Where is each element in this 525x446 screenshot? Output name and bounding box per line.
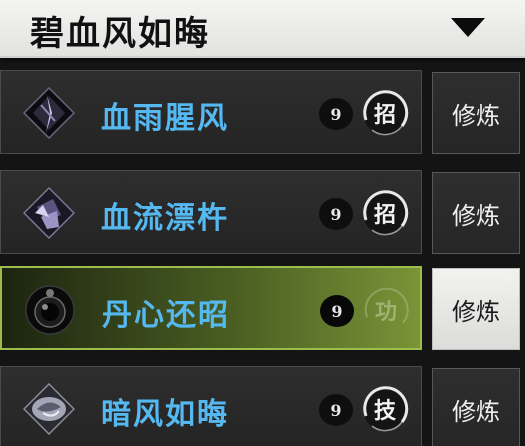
skill-type-badge: 招 bbox=[358, 86, 412, 140]
train-button[interactable]: 修炼 bbox=[432, 368, 520, 446]
violet-shards-icon bbox=[23, 187, 75, 239]
grey-vortex-icon bbox=[23, 383, 75, 435]
skill-level-badge: 9 bbox=[319, 98, 353, 130]
skill-card[interactable]: 血雨腥风 9 招 bbox=[0, 70, 422, 154]
skill-name: 丹心还昭 bbox=[102, 298, 230, 333]
skill-type-badge: 技 bbox=[358, 382, 412, 436]
skill-type-label: 功 bbox=[374, 299, 397, 325]
skill-name: 血雨腥风 bbox=[101, 101, 229, 136]
skill-set-header[interactable]: 碧血风如晦 bbox=[0, 0, 525, 58]
skill-type-label: 技 bbox=[373, 398, 396, 424]
skill-row: 暗风如晦 9 技 修炼 bbox=[0, 366, 525, 446]
skill-type-badge: 招 bbox=[358, 186, 412, 240]
skill-card[interactable]: 暗风如晦 9 技 bbox=[0, 366, 422, 446]
skill-type-label: 招 bbox=[373, 202, 396, 228]
skill-level-badge: 9 bbox=[319, 394, 353, 426]
skill-level-badge: 9 bbox=[320, 295, 354, 327]
shadow-diamond-icon bbox=[23, 87, 75, 139]
triangle-down-icon[interactable] bbox=[451, 18, 485, 37]
skill-card[interactable]: 血流漂杵 9 招 bbox=[0, 170, 422, 254]
skill-row: 血流漂杵 9 招 修炼 bbox=[0, 170, 525, 256]
train-button[interactable]: 修炼 bbox=[432, 72, 520, 154]
skill-row: 丹心还昭 9 功 修炼 bbox=[0, 266, 525, 352]
skill-name: 血流漂杵 bbox=[101, 201, 229, 236]
train-button[interactable]: 修炼 bbox=[432, 268, 520, 350]
skill-card-selected[interactable]: 丹心还昭 9 功 bbox=[0, 266, 422, 350]
train-button[interactable]: 修炼 bbox=[432, 172, 520, 254]
skill-set-title: 碧血风如晦 bbox=[30, 14, 210, 54]
skill-name: 暗风如晦 bbox=[101, 397, 229, 432]
skill-type-label: 招 bbox=[373, 102, 396, 128]
skill-level-badge: 9 bbox=[319, 198, 353, 230]
dark-orb-icon bbox=[24, 284, 76, 336]
skill-row: 血雨腥风 9 招 修炼 bbox=[0, 70, 525, 156]
skill-type-badge: 功 bbox=[359, 283, 413, 337]
